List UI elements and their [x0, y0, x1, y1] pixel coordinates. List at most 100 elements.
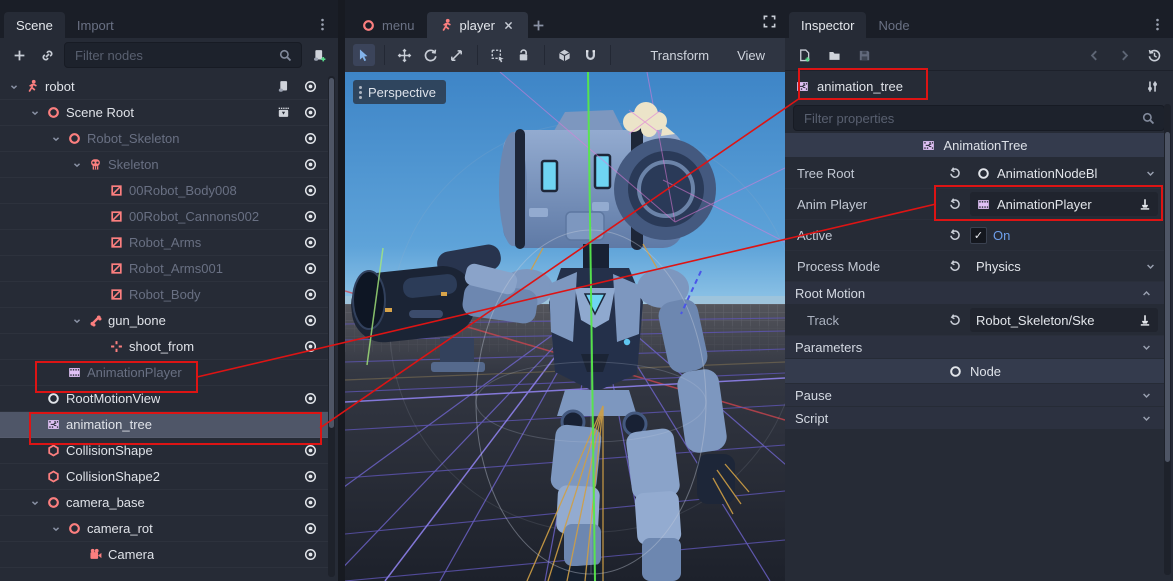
expander-icon[interactable] — [50, 523, 62, 535]
tree-row-Robot_Arms001[interactable]: Robot_Arms001 — [0, 256, 332, 282]
instance-scene-button[interactable] — [36, 44, 58, 66]
chevron-down-icon[interactable] — [1143, 259, 1158, 274]
tree-row-animation_tree[interactable]: animation_tree — [0, 412, 332, 438]
active-checkbox[interactable]: ✓ — [970, 227, 987, 244]
tree-row-Robot_Body[interactable]: Robot_Body — [0, 282, 332, 308]
expand-viewport-icon[interactable] — [762, 14, 777, 29]
visibility-toggle-icon[interactable] — [303, 339, 318, 354]
close-tab-icon[interactable] — [501, 18, 516, 33]
revert-button[interactable] — [946, 255, 964, 277]
expander-icon[interactable] — [71, 159, 83, 171]
move-tool-button[interactable] — [394, 44, 416, 66]
list-select-tool-button[interactable] — [487, 44, 509, 66]
history-button[interactable] — [1143, 44, 1165, 66]
tree-row-Skeleton[interactable]: Skeleton — [0, 152, 332, 178]
scene-tree-scrollbar[interactable] — [328, 76, 335, 577]
inspector-tab-node[interactable]: Node — [866, 12, 921, 38]
history-back-button[interactable] — [1083, 44, 1105, 66]
scene-tab-import[interactable]: Import — [65, 12, 126, 38]
save-resource-button[interactable] — [853, 44, 875, 66]
snap-tool-button[interactable] — [579, 44, 601, 66]
visibility-toggle-icon[interactable] — [303, 235, 318, 250]
tree-row-00Robot_Cannons002[interactable]: 00Robot_Cannons002 — [0, 204, 332, 230]
scene-file-tab-menu[interactable]: menu — [349, 12, 427, 38]
property-value[interactable]: Physics — [970, 254, 1137, 278]
tree-row-Camera[interactable]: Camera — [0, 542, 332, 568]
rotate-tool-button[interactable] — [420, 44, 442, 66]
visibility-toggle-icon[interactable] — [303, 443, 318, 458]
inspector-tab-inspector[interactable]: Inspector — [789, 12, 866, 38]
transform-menu-button[interactable]: Transform — [638, 43, 721, 67]
tree-row-Robot_Skeleton[interactable]: Robot_Skeleton — [0, 126, 332, 152]
tree-row-Robot_Arms[interactable]: Robot_Arms — [0, 230, 332, 256]
view-menu-button[interactable]: View — [725, 43, 777, 67]
visibility-toggle-icon[interactable] — [303, 131, 318, 146]
scene-tab-scene[interactable]: Scene — [4, 12, 65, 38]
tree-row-robot[interactable]: robot — [0, 74, 332, 100]
section-script[interactable]: Script — [785, 407, 1164, 429]
assign-icon[interactable] — [1137, 313, 1152, 328]
tree-row-gun_bone[interactable]: gun_bone — [0, 308, 332, 334]
script-icon[interactable] — [276, 79, 291, 94]
3d-viewport[interactable]: Perspective — [345, 72, 785, 581]
visibility-toggle-icon[interactable] — [303, 547, 318, 562]
scene-dock-menu-icon[interactable] — [315, 17, 330, 32]
filter-properties-input[interactable] — [802, 110, 1135, 127]
revert-button[interactable] — [946, 193, 964, 215]
revert-button[interactable] — [946, 162, 964, 184]
property-value[interactable]: Robot_Skeleton/Ske — [970, 308, 1158, 332]
tree-row-RootMotionView[interactable]: RootMotionView — [0, 386, 332, 412]
section-parameters[interactable]: Parameters — [785, 336, 1164, 358]
checkbox-label[interactable]: On — [993, 228, 1010, 243]
visibility-toggle-icon[interactable] — [303, 313, 318, 328]
tree-row-shoot_from[interactable]: shoot_from — [0, 334, 332, 360]
tree-row-camera_base[interactable]: camera_base — [0, 490, 332, 516]
unlock-tool-button[interactable] — [513, 44, 535, 66]
expander-icon[interactable] — [29, 497, 41, 509]
expander-icon[interactable] — [29, 107, 41, 119]
revert-button[interactable] — [946, 224, 964, 246]
tree-row-AnimationPlayer[interactable]: AnimationPlayer — [0, 360, 332, 386]
expander-icon[interactable] — [8, 81, 20, 93]
tree-row-CollisionShape2[interactable]: CollisionShape2 — [0, 464, 332, 490]
revert-button[interactable] — [946, 309, 964, 331]
expander-icon[interactable] — [71, 315, 83, 327]
inspector-menu-icon[interactable] — [1150, 17, 1165, 32]
instanced-scene-icon[interactable] — [276, 105, 291, 120]
chevron-down-icon[interactable] — [1143, 166, 1158, 181]
visibility-toggle-icon[interactable] — [303, 469, 318, 484]
section-pause[interactable]: Pause — [785, 384, 1164, 406]
select-arrow-tool-button[interactable] — [353, 44, 375, 66]
assign-icon[interactable] — [1137, 197, 1152, 212]
add-node-button[interactable] — [8, 44, 30, 66]
property-value[interactable]: AnimationNodeBl — [970, 161, 1137, 185]
attach-script-button[interactable] — [308, 44, 330, 66]
visibility-toggle-icon[interactable] — [303, 79, 318, 94]
visibility-toggle-icon[interactable] — [303, 391, 318, 406]
visibility-toggle-icon[interactable] — [303, 521, 318, 536]
tree-row-camera_rot[interactable]: camera_rot — [0, 516, 332, 542]
expander-icon[interactable] — [50, 133, 62, 145]
tree-row-Scene Root[interactable]: Scene Root — [0, 100, 332, 126]
scene-file-tab-player[interactable]: player — [427, 12, 528, 38]
visibility-toggle-icon[interactable] — [303, 287, 318, 302]
new-resource-button[interactable] — [793, 44, 815, 66]
new-scene-tab-button[interactable] — [528, 14, 550, 36]
group-cube-tool-button[interactable] — [554, 44, 576, 66]
visibility-toggle-icon[interactable] — [303, 495, 318, 510]
tree-row-CollisionShape[interactable]: CollisionShape — [0, 438, 332, 464]
filter-nodes-input[interactable] — [73, 47, 272, 64]
load-resource-button[interactable] — [823, 44, 845, 66]
inspector-scrollbar[interactable] — [1164, 104, 1171, 575]
object-tools-button[interactable] — [1141, 75, 1163, 97]
visibility-toggle-icon[interactable] — [303, 157, 318, 172]
tree-row-00Robot_Body008[interactable]: 00Robot_Body008 — [0, 178, 332, 204]
visibility-toggle-icon[interactable] — [303, 261, 318, 276]
perspective-menu[interactable]: Perspective — [353, 80, 446, 104]
visibility-toggle-icon[interactable] — [303, 183, 318, 198]
visibility-toggle-icon[interactable] — [303, 105, 318, 120]
section-root-motion[interactable]: Root Motion — [785, 282, 1164, 304]
history-forward-button[interactable] — [1113, 44, 1135, 66]
property-value[interactable]: AnimationPlayer — [970, 192, 1158, 216]
visibility-toggle-icon[interactable] — [303, 209, 318, 224]
